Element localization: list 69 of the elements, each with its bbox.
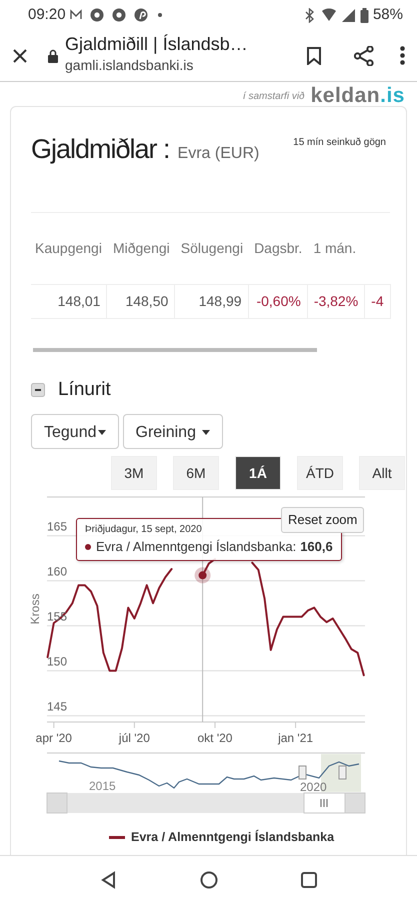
- column-header: Dagsbr.: [254, 240, 302, 256]
- signal-icon: [340, 8, 356, 22]
- page-url: gamli.islandsbanki.is: [65, 56, 194, 75]
- table-cell: -4: [371, 292, 384, 308]
- dropdown-button[interactable]: Greining: [122, 414, 223, 449]
- delay-note: 15 mín seinkuð gögn: [293, 136, 386, 150]
- column-header: Sölugengi: [180, 240, 244, 256]
- caret-icon: [202, 430, 210, 436]
- navigator-label: 2015: [89, 779, 116, 793]
- range-tab[interactable]: Allt: [359, 456, 405, 490]
- dot-icon: [158, 13, 162, 17]
- bluetooth-icon: [304, 8, 315, 22]
- column-header: Kaupgengi: [35, 240, 102, 256]
- reset-zoom-button[interactable]: Reset zoom: [281, 507, 364, 532]
- mail-icon: [70, 9, 82, 21]
- partner-label: í samstarfi við: [242, 90, 305, 104]
- section-title: Línurit: [58, 378, 111, 402]
- legend-item[interactable]: Evra / Almenntgengi Íslandsbanka: [109, 828, 334, 847]
- recents-icon[interactable]: [301, 872, 317, 888]
- dropdown-button[interactable]: Tegund: [31, 414, 118, 449]
- table-cell: 148,50: [125, 292, 168, 308]
- range-tab[interactable]: 3M: [111, 456, 157, 490]
- hover-point: [194, 567, 211, 584]
- table-cell: 148,01: [58, 292, 100, 308]
- battery-level: 58%: [372, 4, 403, 25]
- scrollbar-thumb[interactable]: [304, 792, 346, 814]
- range-tab[interactable]: ÁTD: [297, 456, 343, 490]
- browser-icon: [90, 8, 104, 22]
- collapse-icon[interactable]: [31, 382, 45, 397]
- x-tick-label: okt '20: [198, 731, 232, 745]
- menu-icon[interactable]: [400, 46, 405, 65]
- y-tick-label: 150: [47, 654, 68, 669]
- table-cell: -0,60%: [256, 292, 301, 308]
- range-tab[interactable]: 1Á: [235, 456, 281, 490]
- home-icon[interactable]: [200, 870, 218, 888]
- tooltip-series: Evra / Almenntgengi Íslandsbanka:: [96, 538, 296, 556]
- page-heading: Gjaldmiðlar :: [31, 133, 170, 166]
- range-handle[interactable]: [338, 766, 346, 780]
- range-handle[interactable]: [298, 766, 306, 780]
- pin-icon: [134, 8, 148, 22]
- clock-time: 09:20: [28, 4, 66, 25]
- y-tick-label: 165: [47, 520, 68, 534]
- close-icon[interactable]: [12, 48, 28, 64]
- lock-icon: [47, 48, 59, 62]
- table-cell: 148,99: [198, 292, 242, 308]
- table-cell: -3,82%: [314, 292, 358, 308]
- caret-icon: [98, 430, 106, 436]
- browser-icon: [112, 8, 126, 22]
- range-tab[interactable]: 6M: [173, 456, 219, 490]
- back-icon[interactable]: [101, 870, 116, 888]
- x-tick-label: apr '20: [36, 731, 72, 745]
- navigator-label: 2020: [300, 780, 327, 794]
- tooltip-date: Þriðjudagur, 15 sept, 2020: [85, 523, 203, 537]
- y-tick-label: 145: [47, 700, 68, 714]
- column-header: 1 mán.: [313, 240, 356, 256]
- column-header: Miðgengi: [112, 240, 170, 256]
- y-axis-title: Kross: [29, 594, 42, 624]
- keldan-logo[interactable]: keldan.is: [310, 80, 405, 112]
- page-title: Gjaldmiðill | Íslandsb…: [65, 35, 249, 55]
- tooltip-value: 160,6: [300, 538, 333, 556]
- bookmark-icon[interactable]: [306, 46, 322, 64]
- wifi-icon: [320, 8, 337, 22]
- x-tick-label: jan '21: [278, 731, 314, 745]
- legend-swatch: [109, 836, 125, 839]
- share-icon[interactable]: [354, 46, 374, 66]
- battery-icon: [360, 8, 369, 22]
- y-tick-label: 160: [47, 564, 68, 579]
- currency-name: Evra (EUR): [178, 144, 260, 164]
- x-tick-label: júl '20: [118, 731, 150, 745]
